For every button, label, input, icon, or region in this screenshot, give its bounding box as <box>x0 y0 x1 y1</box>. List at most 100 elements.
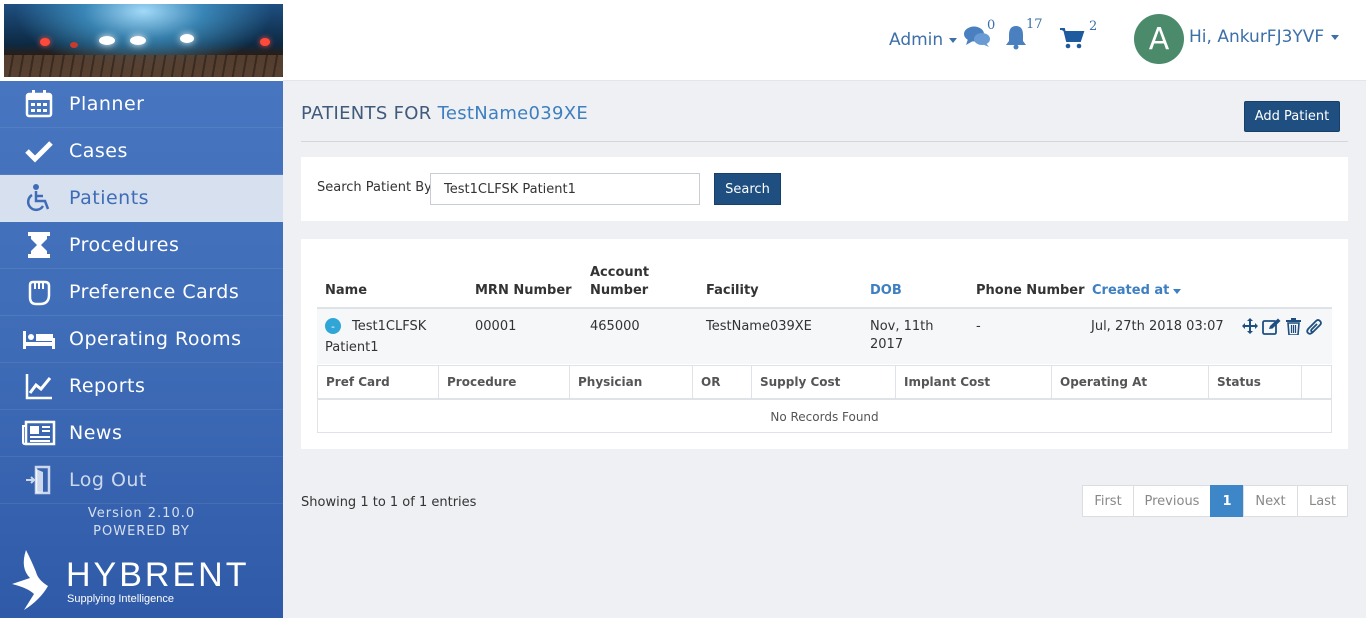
pref-card-subtable: Pref Card Procedure Physician OR Supply … <box>317 365 1332 433</box>
col-header-mrn: MRN Number <box>475 283 572 298</box>
col-header-created-at[interactable]: Created at <box>1092 282 1182 300</box>
sidebar-item-preference-cards[interactable]: Preference Cards <box>0 269 283 316</box>
sidebar-item-label: Reports <box>69 375 146 397</box>
page-last-button[interactable]: Last <box>1297 485 1348 517</box>
col-header-dob[interactable]: DOB <box>870 282 902 300</box>
divider <box>301 141 1348 142</box>
cell-dob-line1: Nov, 11th <box>870 319 934 334</box>
hybrent-logo: HYBRENT Supplying Intelligence <box>10 548 270 610</box>
powered-by-text: POWERED BY <box>93 524 190 539</box>
search-panel: Search Patient By Test1CLFSK Patient1 Se… <box>301 157 1348 221</box>
sidebar-item-procedures[interactable]: Procedures <box>0 222 283 269</box>
cell-created-at: Jul, 27th 2018 03:07 <box>1091 319 1224 334</box>
sidebar-item-reports[interactable]: Reports <box>0 363 283 410</box>
subcol-implant-cost: Implant Cost <box>896 366 1052 398</box>
page-title-prefix: PATIENTS FOR <box>301 103 432 124</box>
pagination: First Previous 1 Next Last <box>1082 485 1348 517</box>
sidebar-item-label: News <box>69 422 123 444</box>
caret-down-icon <box>1331 34 1340 40</box>
notifications-count: 17 <box>1026 17 1043 32</box>
no-records-message: No Records Found <box>770 410 879 424</box>
search-button[interactable]: Search <box>714 173 781 205</box>
col-header-account-line2: Number <box>590 283 649 298</box>
header-banner-image <box>4 4 283 77</box>
subcol-physician: Physician <box>570 366 693 398</box>
brand-tagline: Supplying Intelligence <box>67 593 175 605</box>
bed-icon <box>22 324 56 354</box>
col-header-account-line1: Account <box>590 265 650 280</box>
sidebar-item-news[interactable]: News <box>0 410 283 457</box>
page-next-button[interactable]: Next <box>1243 485 1298 517</box>
sidebar-item-logout[interactable]: Log Out <box>0 457 283 504</box>
cell-mrn: 00001 <box>475 319 517 334</box>
page-number-button[interactable]: 1 <box>1210 485 1244 517</box>
col-header-phone: Phone Number <box>976 283 1085 298</box>
top-bar: Admin 0 17 2 A Hi, AnkurFJ3YVF <box>283 0 1366 81</box>
cell-account: 465000 <box>590 319 640 334</box>
col-header-created-label: Created at <box>1092 283 1170 298</box>
sidebar-item-operating-rooms[interactable]: Operating Rooms <box>0 316 283 363</box>
wheelchair-icon <box>22 183 56 213</box>
trash-icon[interactable] <box>1286 318 1301 339</box>
subcol-pref-card: Pref Card <box>318 366 439 398</box>
sidebar-item-label: Operating Rooms <box>69 328 242 350</box>
hourglass-icon <box>22 230 56 260</box>
cell-dob-line2: 2017 <box>870 337 904 352</box>
admin-dropdown[interactable]: Admin <box>889 30 958 50</box>
search-label: Search Patient By <box>317 180 432 195</box>
page-title: PATIENTS FOR TestName039XE <box>301 103 588 124</box>
avatar[interactable]: A <box>1134 14 1184 64</box>
admin-label: Admin <box>889 30 944 50</box>
sidebar-item-cases[interactable]: Cases <box>0 128 283 175</box>
search-input[interactable]: Test1CLFSK Patient1 <box>430 173 700 205</box>
add-patient-button[interactable]: Add Patient <box>1244 101 1340 132</box>
row-expand-toggle[interactable]: - <box>325 318 341 334</box>
cell-facility: TestName039XE <box>706 319 812 334</box>
cart-count: 2 <box>1089 19 1098 34</box>
subcol-status: Status <box>1209 366 1302 398</box>
newspaper-icon <box>22 418 56 448</box>
sidebar-item-patients[interactable]: Patients <box>0 175 283 222</box>
hybrent-bird-icon <box>12 550 48 610</box>
notifications-button[interactable]: 17 <box>1004 17 1043 54</box>
sidebar-item-label: Log Out <box>69 469 147 491</box>
edit-icon[interactable] <box>1262 318 1281 339</box>
subtable-header: Pref Card Procedure Physician OR Supply … <box>318 366 1331 400</box>
move-icon[interactable] <box>1242 318 1258 338</box>
line-chart-icon <box>22 371 56 401</box>
cell-name-line1: Test1CLFSK <box>352 319 427 334</box>
messages-count: 0 <box>987 18 996 33</box>
col-header-facility: Facility <box>706 283 759 298</box>
entries-summary: Showing 1 to 1 of 1 entries <box>301 495 477 510</box>
subcol-supply-cost: Supply Cost <box>752 366 896 398</box>
brand-name: HYBRENT <box>66 556 250 594</box>
page-previous-button[interactable]: Previous <box>1133 485 1211 517</box>
sidebar-item-label: Planner <box>69 93 145 115</box>
col-header-name: Name <box>325 283 368 298</box>
patients-table: Name MRN Number Account Number Facility … <box>301 239 1348 449</box>
sidebar-item-label: Cases <box>69 140 128 162</box>
sidebar-nav: Planner Cases Patients Procedures Prefer… <box>0 81 283 504</box>
bell-icon <box>1006 26 1026 50</box>
sidebar-item-planner[interactable]: Planner <box>0 81 283 128</box>
subcol-procedure: Procedure <box>439 366 570 398</box>
cart-button[interactable]: 2 <box>1059 19 1097 53</box>
shopping-cart-icon <box>1060 28 1085 49</box>
subcol-or: OR <box>693 366 752 398</box>
user-menu[interactable]: Hi, AnkurFJ3YVF <box>1189 27 1340 47</box>
caret-down-icon <box>949 37 958 43</box>
cell-name-line2: Patient1 <box>325 340 379 355</box>
version-text: Version 2.10.0 <box>87 506 196 521</box>
checkmark-icon <box>22 136 56 166</box>
page-title-facility: TestName039XE <box>437 103 589 124</box>
paperclip-icon[interactable] <box>1306 318 1324 340</box>
logout-door-icon <box>22 465 56 495</box>
messages-button[interactable]: 0 <box>963 18 995 54</box>
sidebar-item-label: Preference Cards <box>69 281 240 303</box>
sort-desc-icon <box>1173 288 1182 294</box>
col-header-account: Account Number <box>590 264 649 300</box>
cell-phone: - <box>976 319 981 334</box>
page-first-button[interactable]: First <box>1082 485 1134 517</box>
sidebar-item-label: Patients <box>69 187 150 209</box>
user-greeting: Hi, AnkurFJ3YVF <box>1189 27 1325 47</box>
